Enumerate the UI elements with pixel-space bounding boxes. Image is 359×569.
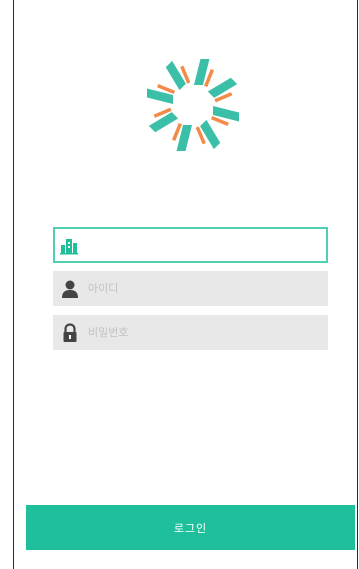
logo-petal-teal — [200, 119, 221, 150]
company-input[interactable] — [79, 229, 326, 261]
building-icon — [59, 235, 79, 255]
lock-icon — [60, 322, 80, 343]
logo-petal-teal — [165, 60, 186, 91]
login-button[interactable]: 로그인 — [26, 505, 355, 550]
password-field[interactable] — [53, 315, 328, 350]
login-screen: 로그인 — [13, 0, 358, 569]
company-field[interactable] — [53, 227, 328, 263]
password-input[interactable] — [80, 315, 328, 350]
logo-petal-teal — [148, 112, 179, 133]
id-field[interactable] — [53, 271, 328, 306]
app-logo — [147, 59, 239, 151]
logo-petal-teal — [207, 77, 238, 98]
id-input[interactable] — [80, 271, 328, 306]
user-icon — [60, 279, 80, 299]
